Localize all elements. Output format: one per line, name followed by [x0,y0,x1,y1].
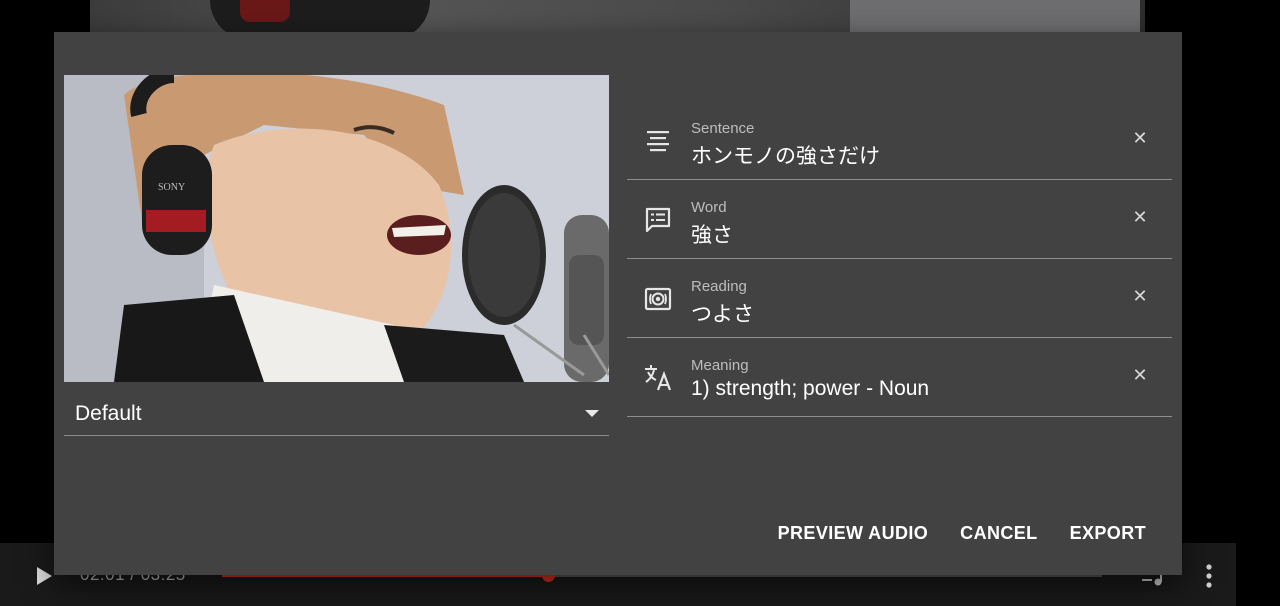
meaning-field[interactable]: Meaning 1) strength; power - Noun ✕ [627,339,1172,417]
subject-icon [643,126,673,156]
sentence-field[interactable]: Sentence ホンモノの強さだけ ✕ [627,102,1172,180]
meaning-field-value[interactable]: 1) strength; power - Noun [691,377,929,401]
word-field-value[interactable]: 強さ [691,219,733,249]
word-field[interactable]: Word 強さ ✕ [627,181,1172,259]
short-text-icon [643,205,673,235]
sentence-field-label: Sentence [691,120,755,137]
clear-reading-icon[interactable]: ✕ [1129,285,1151,307]
clear-word-icon[interactable]: ✕ [1129,206,1151,228]
cancel-button[interactable]: CANCEL [944,517,1053,550]
reading-field-value[interactable]: つよさ [691,298,754,328]
dropdown-arrow-icon [585,410,599,417]
dialog-actions: PREVIEW AUDIO CANCEL EXPORT [762,517,1162,550]
card-fields: Sentence ホンモノの強さだけ ✕ Word 強さ ✕ Reading つ… [627,102,1172,417]
reading-field-label: Reading [691,278,747,295]
video-frame-thumbnail: SONY [64,75,609,382]
word-field-label: Word [691,199,727,216]
more-vert-icon[interactable] [1200,562,1218,590]
reading-field[interactable]: Reading つよさ ✕ [627,260,1172,338]
video-frame-shape [240,0,290,22]
anki-export-dialog: SONY Default Sentence ホンモノの強さだけ ✕ Word 強… [54,32,1182,575]
clear-meaning-icon[interactable]: ✕ [1129,364,1151,386]
audio-track-select-value: Default [75,402,142,425]
export-button[interactable]: EXPORT [1054,517,1162,550]
preview-audio-button[interactable]: PREVIEW AUDIO [762,517,945,550]
translate-icon [643,363,673,393]
headphone-brand-text: SONY [158,182,185,193]
audio-track-select[interactable]: Default [64,392,609,436]
meaning-field-label: Meaning [691,357,749,374]
video-frame-shape [850,0,1140,36]
clear-sentence-icon[interactable]: ✕ [1129,127,1151,149]
speaker-notes-icon [643,284,673,314]
sentence-field-value[interactable]: ホンモノの強さだけ [691,140,880,170]
